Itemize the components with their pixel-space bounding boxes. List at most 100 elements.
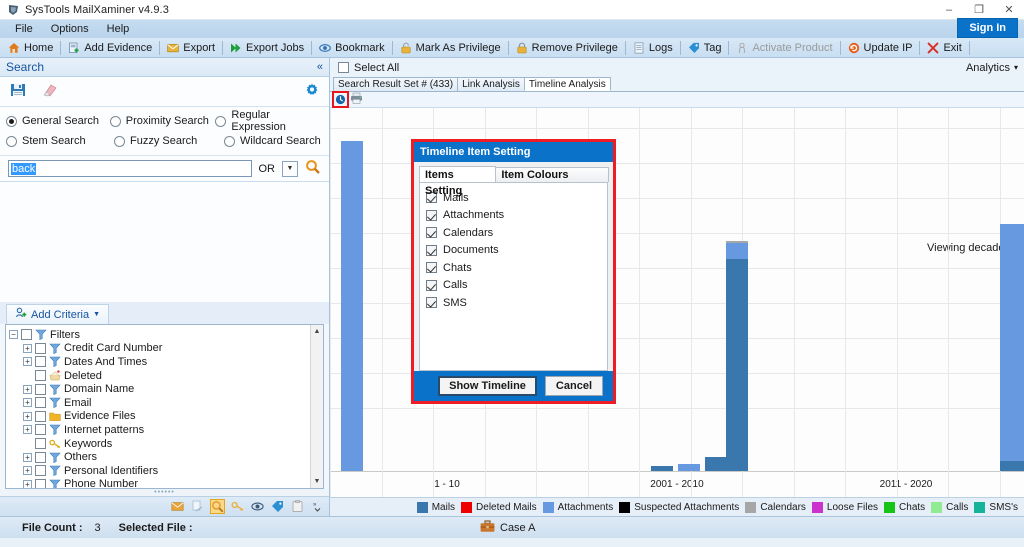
print-preview-icon[interactable]	[190, 499, 205, 514]
chart-bar-segment[interactable]	[678, 464, 700, 471]
toolbar-button-update-ip[interactable]: Update IP	[843, 39, 918, 57]
radio-button[interactable]	[6, 115, 17, 127]
chart-bar-segment[interactable]	[726, 241, 748, 243]
mail-icon[interactable]	[170, 499, 185, 514]
legend-item[interactable]: Loose Files	[811, 501, 878, 513]
filter-tree-node[interactable]: + Email	[9, 396, 310, 410]
filter-checkbox[interactable]	[35, 356, 46, 368]
toolbar-button-export[interactable]: Export	[162, 39, 220, 57]
filter-tree-node[interactable]: + Personal Identifiers	[9, 464, 310, 478]
filter-tree-node[interactable]: + Dates And Times	[9, 355, 310, 369]
legend-item[interactable]: Chats	[884, 501, 925, 513]
chart-bar-segment[interactable]	[341, 141, 363, 471]
radio-button[interactable]	[114, 135, 125, 147]
close-button[interactable]: ✕	[994, 0, 1024, 20]
minimize-button[interactable]: ‒	[934, 0, 964, 20]
tag-icon[interactable]	[270, 499, 285, 514]
filter-tree-node[interactable]: Keywords	[9, 437, 310, 451]
toolbar-button-add-evidence[interactable]: Add Evidence	[63, 39, 157, 57]
radio-button[interactable]	[224, 135, 235, 147]
chart-bar-segment[interactable]	[1000, 461, 1024, 471]
dialog-item-checkbox[interactable]	[426, 244, 437, 256]
filter-checkbox[interactable]	[21, 329, 32, 341]
expand-icon[interactable]: +	[23, 411, 32, 421]
toolbar-button-logs[interactable]: Logs	[628, 39, 678, 57]
chart-bar-segment[interactable]	[1000, 224, 1024, 461]
select-all-checkbox[interactable]	[338, 62, 349, 73]
scroll-up-button[interactable]: ▲	[311, 325, 323, 338]
filters-scrollbar[interactable]: ▲ ▼	[310, 325, 323, 488]
clipboard-icon[interactable]	[290, 499, 305, 514]
expand-icon[interactable]: +	[23, 384, 32, 394]
chart-bar-segment[interactable]	[651, 466, 673, 471]
dialog-item-calls[interactable]: Calls	[426, 277, 607, 295]
dialog-item-calendars[interactable]: Calendars	[426, 224, 607, 242]
dialog-item-documents[interactable]: Documents	[426, 242, 607, 260]
overflow-icon[interactable]: »	[310, 499, 325, 514]
chart-bar-segment[interactable]	[705, 457, 727, 471]
eye-icon[interactable]	[250, 499, 265, 514]
expand-icon[interactable]: +	[23, 452, 32, 462]
radio-button[interactable]	[215, 115, 227, 127]
filter-checkbox[interactable]	[35, 370, 46, 382]
legend-item[interactable]: Deleted Mails	[461, 501, 537, 513]
dialog-item-chats[interactable]: Chats	[426, 259, 607, 277]
expand-icon[interactable]: +	[23, 425, 32, 435]
timeline-settings-icon[interactable]	[332, 91, 349, 108]
scroll-down-button[interactable]: ▼	[311, 475, 323, 488]
legend-item[interactable]: Suspected Attachments	[619, 501, 739, 513]
search-icon[interactable]	[210, 499, 225, 514]
dialog-item-checkbox[interactable]	[426, 297, 437, 309]
toolbar-button-export-jobs[interactable]: Export Jobs	[225, 39, 309, 57]
legend-item[interactable]: Attachments	[542, 501, 613, 513]
filter-checkbox[interactable]	[35, 465, 46, 477]
operator-dropdown[interactable]: ▼	[282, 160, 298, 177]
expand-icon[interactable]: +	[23, 398, 32, 408]
legend-item[interactable]: SMS's	[974, 501, 1018, 513]
search-input[interactable]: back	[8, 160, 252, 177]
show-timeline-button[interactable]: Show Timeline	[438, 376, 537, 396]
toolbar-button-tag[interactable]: Tag	[683, 39, 727, 57]
menu-item-file[interactable]: File	[6, 20, 42, 38]
magnifier-icon[interactable]	[305, 159, 321, 178]
menu-item-help[interactable]: Help	[98, 20, 139, 38]
filter-tree-node[interactable]: + Phone Number	[9, 478, 310, 488]
radio-button[interactable]	[6, 135, 17, 147]
key-icon[interactable]	[230, 499, 245, 514]
maximize-button[interactable]: ❐	[964, 0, 994, 20]
dialog-item-checkbox[interactable]	[426, 262, 437, 274]
sign-in-button[interactable]: Sign In	[957, 18, 1018, 38]
filter-tree-node[interactable]: + Internet patterns	[9, 423, 310, 437]
filter-tree-node[interactable]: Deleted	[9, 369, 310, 383]
filter-tree-node[interactable]: + Credit Card Number	[9, 342, 310, 356]
radio-button[interactable]	[109, 115, 121, 127]
settings-gear-icon[interactable]	[305, 83, 319, 100]
filter-checkbox[interactable]	[35, 410, 46, 422]
filter-checkbox[interactable]	[35, 451, 46, 463]
search-mode-regular-expression[interactable]: Regular Expression	[215, 109, 323, 133]
dialog-tab-items-setting[interactable]: Items Setting	[419, 166, 497, 197]
search-mode-proximity-search[interactable]: Proximity Search	[109, 115, 216, 127]
toolbar-button-remove-privilege[interactable]: Remove Privilege	[511, 39, 623, 57]
search-mode-stem-search[interactable]: Stem Search	[6, 135, 114, 147]
toolbar-button-exit[interactable]: Exit	[922, 39, 966, 57]
filter-checkbox[interactable]	[35, 478, 46, 488]
save-search-icon[interactable]	[10, 82, 26, 101]
toolbar-button-home[interactable]: Home	[3, 39, 58, 57]
dialog-item-checkbox[interactable]	[426, 209, 437, 221]
result-tab-search-result-set-433[interactable]: Search Result Set # (433)	[333, 77, 459, 91]
legend-item[interactable]: Calls	[931, 501, 968, 513]
filter-checkbox[interactable]	[35, 397, 46, 409]
print-icon[interactable]	[350, 92, 363, 107]
result-tab-link-analysis[interactable]: Link Analysis	[457, 77, 525, 91]
cancel-button[interactable]: Cancel	[544, 376, 603, 396]
search-mode-fuzzy-search[interactable]: Fuzzy Search	[114, 135, 224, 147]
dialog-item-attachments[interactable]: Attachments	[426, 207, 607, 225]
collapse-icon[interactable]: −	[9, 330, 18, 340]
expand-icon[interactable]: +	[23, 357, 32, 367]
filter-checkbox[interactable]	[35, 438, 46, 450]
result-tab-timeline-analysis[interactable]: Timeline Analysis	[523, 77, 611, 91]
filter-checkbox[interactable]	[35, 383, 46, 395]
menu-item-options[interactable]: Options	[42, 20, 98, 38]
dialog-item-sms[interactable]: SMS	[426, 294, 607, 312]
